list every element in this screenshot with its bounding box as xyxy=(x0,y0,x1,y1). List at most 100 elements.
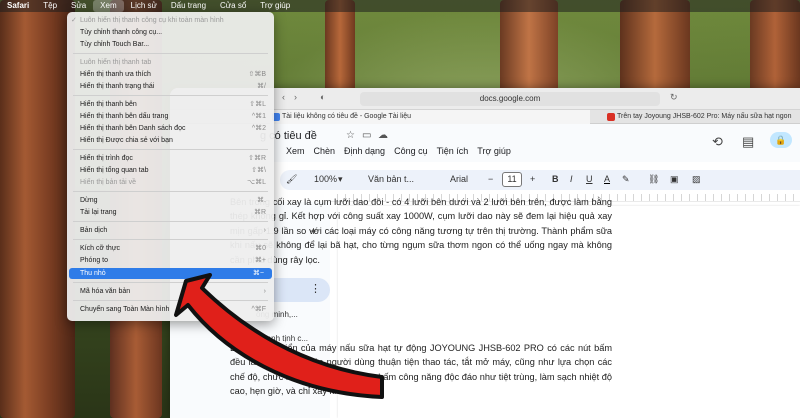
menu-separator xyxy=(73,239,268,240)
shortcut-label: ⇧⌘\ xyxy=(251,167,266,174)
share-button[interactable]: 🔒 xyxy=(770,132,792,148)
tree-trunk xyxy=(620,0,690,95)
menu-item-actual-size[interactable]: Kích cỡ thực ⌘0 xyxy=(67,244,274,254)
tab-label: Trên tay Joyoung JHSB-602 Pro: Máy nấu s… xyxy=(617,113,792,120)
tree-trunk xyxy=(750,0,800,95)
menu-item-show-status-bar[interactable]: Hiển thị thanh trạng thái ⌘/ xyxy=(67,82,274,92)
increase-size-icon[interactable]: + xyxy=(530,174,535,184)
menu-item-show-favorites-bar[interactable]: Hiển thị thanh ưa thích ⇧⌘B xyxy=(67,70,274,80)
menu-item-label: Tùy chỉnh thanh công cụ... xyxy=(80,29,163,36)
add-comment-icon[interactable]: ▣ xyxy=(670,174,679,185)
shortcut-label: ⌘0 xyxy=(255,245,266,252)
underline-icon[interactable]: U xyxy=(586,174,593,184)
forward-icon[interactable]: › xyxy=(294,92,297,102)
paint-format-icon[interactable]: 🖌 xyxy=(286,174,297,185)
shield-icon[interactable]: ◐ xyxy=(320,92,325,102)
tree-trunk xyxy=(0,0,75,418)
menu-item-always-show-tab-bar[interactable]: Luôn hiển thị thanh tab xyxy=(67,58,274,68)
menu-item-label: Hiển thị trình đọc xyxy=(80,155,133,162)
star-icon[interactable]: ☆ xyxy=(346,130,355,141)
font-size-input[interactable]: 11 xyxy=(502,172,522,187)
shortcut-label: ⌥⌘L xyxy=(247,179,266,186)
address-bar[interactable]: docs.google.com xyxy=(360,92,660,106)
text-color-icon[interactable]: A xyxy=(604,174,610,184)
menu-item-label: Hiển thị tổng quan tab xyxy=(80,167,149,174)
italic-icon[interactable]: I xyxy=(570,174,573,184)
menu-item-label: Hiển thị thanh trạng thái xyxy=(80,83,155,90)
decrease-size-icon[interactable]: − xyxy=(488,174,493,184)
bold-icon[interactable]: B xyxy=(552,174,559,184)
menu-item-stop[interactable]: Dừng ⌘. xyxy=(67,196,274,206)
link-icon[interactable]: ⛓ xyxy=(648,174,659,185)
cloud-icon[interactable]: ☁ xyxy=(378,130,388,141)
tab-joyoung[interactable]: Trên tay Joyoung JHSB-602 Pro: Máy nấu s… xyxy=(605,110,800,124)
menu-bookmarks[interactable]: Dấu trang xyxy=(164,0,213,12)
menu-item-label: Tải lại trang xyxy=(80,209,117,216)
menu-item-translate[interactable]: Bản dịch › xyxy=(67,226,274,236)
shortcut-label: ⇧⌘L xyxy=(249,101,266,108)
menu-item-label: Dừng xyxy=(80,197,98,204)
highlight-icon[interactable]: ✎ xyxy=(622,174,630,185)
menu-item-label: Kích cỡ thực xyxy=(80,245,121,252)
doc-menu: Xem Chèn Định dạng Công cụ Tiện ích Trợ … xyxy=(286,146,511,156)
menu-item-show-reading-list[interactable]: Hiển thị thanh bên Danh sách đọc ^⌘2 xyxy=(67,124,274,134)
menu-item-show-reader[interactable]: Hiển thị trình đọc ⇧⌘R xyxy=(67,154,274,164)
menu-item-label: Tùy chỉnh Touch Bar... xyxy=(80,41,150,48)
comment-icon[interactable]: ▤ xyxy=(742,134,754,150)
menu-edit[interactable]: Sửa xyxy=(64,0,93,12)
font-select[interactable]: Arial xyxy=(450,174,468,184)
shortcut-label: ⌘R xyxy=(253,209,266,216)
chevron-down-icon[interactable]: ▾ xyxy=(338,174,343,185)
tree-trunk xyxy=(325,0,355,95)
menu-help[interactable]: Trợ giúp xyxy=(253,0,297,12)
red-arrow-annotation xyxy=(174,273,384,399)
menu-item-label: Luôn hiển thị thanh tab xyxy=(80,59,152,66)
arrow-shape xyxy=(174,273,384,399)
tab-google-docs[interactable]: Tài liệu không có tiêu đề - Google Tài l… xyxy=(270,110,590,124)
doc-menu-help[interactable]: Trợ giúp xyxy=(477,146,511,156)
shortcut-label: ⌘. xyxy=(257,197,266,204)
menu-bar: Safari Tệp Sửa Xem Lịch sử Dấu trang Cửa… xyxy=(0,0,800,12)
menu-item-reload[interactable]: Tải lại trang ⌘R xyxy=(67,208,274,218)
menu-item-show-tab-overview[interactable]: Hiển thị tổng quan tab ⇧⌘\ xyxy=(67,166,274,176)
shortcut-label: ^⌘2 xyxy=(251,125,266,132)
shortcut-label: ⇧⌘R xyxy=(248,155,266,162)
menu-item-customize-touchbar[interactable]: Tùy chỉnh Touch Bar... xyxy=(67,40,274,50)
image-icon[interactable]: ▨ xyxy=(692,174,701,185)
menu-item-label: Bản dịch xyxy=(80,227,108,234)
menu-item-label: Thu nhỏ xyxy=(80,270,106,277)
zoom-select[interactable]: 100% xyxy=(314,174,337,184)
menu-file[interactable]: Tệp xyxy=(36,0,64,12)
menu-window[interactable]: Cửa sổ xyxy=(213,0,253,12)
doc-menu-insert[interactable]: Chèn xyxy=(314,146,336,156)
doc-menu-format[interactable]: Định dạng xyxy=(344,146,385,156)
menu-item-show-shared-with-you[interactable]: Hiển thị Được chia sẻ với bạn xyxy=(67,136,274,146)
menu-item-show-bookmarks-sidebar[interactable]: Hiển thị thanh bên dấu trang ^⌘1 xyxy=(67,112,274,122)
menu-separator xyxy=(73,53,268,54)
doc-toolbar: 🖌 100% ▾ Văn bản t... Arial − 11 + B I U… xyxy=(280,170,800,190)
menu-view[interactable]: Xem xyxy=(93,0,124,12)
doc-menu-extensions[interactable]: Tiện ích xyxy=(437,146,469,156)
menu-history[interactable]: Lịch sử xyxy=(124,0,164,12)
move-folder-icon[interactable]: ▭ xyxy=(362,130,371,141)
doc-menu-view[interactable]: Xem xyxy=(286,146,305,156)
menu-item-show-sidebar[interactable]: Hiển thị thanh bên ⇧⌘L xyxy=(67,100,274,110)
shortcut-label: ⇧⌘B xyxy=(248,71,266,78)
shortcut-label: ^⌘1 xyxy=(251,113,266,120)
menu-separator xyxy=(73,149,268,150)
back-icon[interactable]: ‹ xyxy=(282,92,285,102)
shortcut-label: ⌘/ xyxy=(257,83,266,90)
menu-item-show-downloads[interactable]: Hiển thị bản tải về ⌥⌘L xyxy=(67,178,274,188)
menu-separator xyxy=(73,191,268,192)
history-icon[interactable]: ⟲ xyxy=(712,134,723,150)
site-favicon-icon xyxy=(607,113,615,121)
menu-item-customize-toolbar[interactable]: Tùy chỉnh thanh công cụ... xyxy=(67,28,274,38)
menu-item-label: Hiển thị thanh ưa thích xyxy=(80,71,151,78)
menu-item-always-show-toolbar[interactable]: ✓ Luôn hiển thị thanh công cụ khi toàn m… xyxy=(67,16,274,26)
doc-menu-tools[interactable]: Công cụ xyxy=(394,146,428,156)
menu-safari[interactable]: Safari xyxy=(0,0,36,12)
reload-icon[interactable]: ↻ xyxy=(670,92,678,103)
menu-item-label: Phóng to xyxy=(80,257,109,264)
tab-label: Tài liệu không có tiêu đề - Google Tài l… xyxy=(282,113,412,120)
style-select[interactable]: Văn bản t... xyxy=(368,174,414,184)
